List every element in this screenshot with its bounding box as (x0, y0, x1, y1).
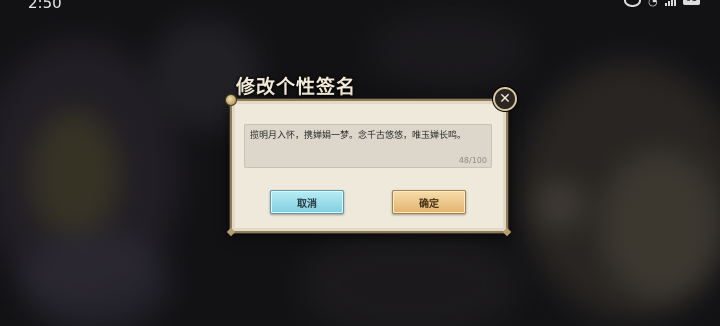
dialog-title: 修改个性签名 (236, 76, 357, 98)
confirm-button[interactable]: 确定 (392, 190, 466, 214)
wifi-icon: ◔ (647, 0, 658, 8)
status-icons: ◔ 61 (623, 0, 700, 8)
eye-icon (623, 0, 641, 7)
signature-input[interactable]: 揽明月入怀，携婵娟一梦。念千古悠悠，唯玉婵长鸣。 48/100 (244, 124, 492, 168)
gem-ornament-icon (225, 94, 237, 106)
close-button[interactable]: ✕ (493, 87, 517, 111)
cancel-button[interactable]: 取消 (270, 190, 344, 214)
close-icon: ✕ (499, 91, 511, 107)
battery-icon: 61 (682, 0, 700, 5)
signature-text: 揽明月入怀，携婵娟一梦。念千古悠悠，唯玉婵长鸣。 (250, 131, 467, 141)
char-counter: 48/100 (458, 156, 487, 165)
signal-icon (664, 0, 676, 6)
status-bar: 2:50 ◔ 61 (0, 0, 720, 12)
status-time: 2:50 (28, 0, 62, 12)
